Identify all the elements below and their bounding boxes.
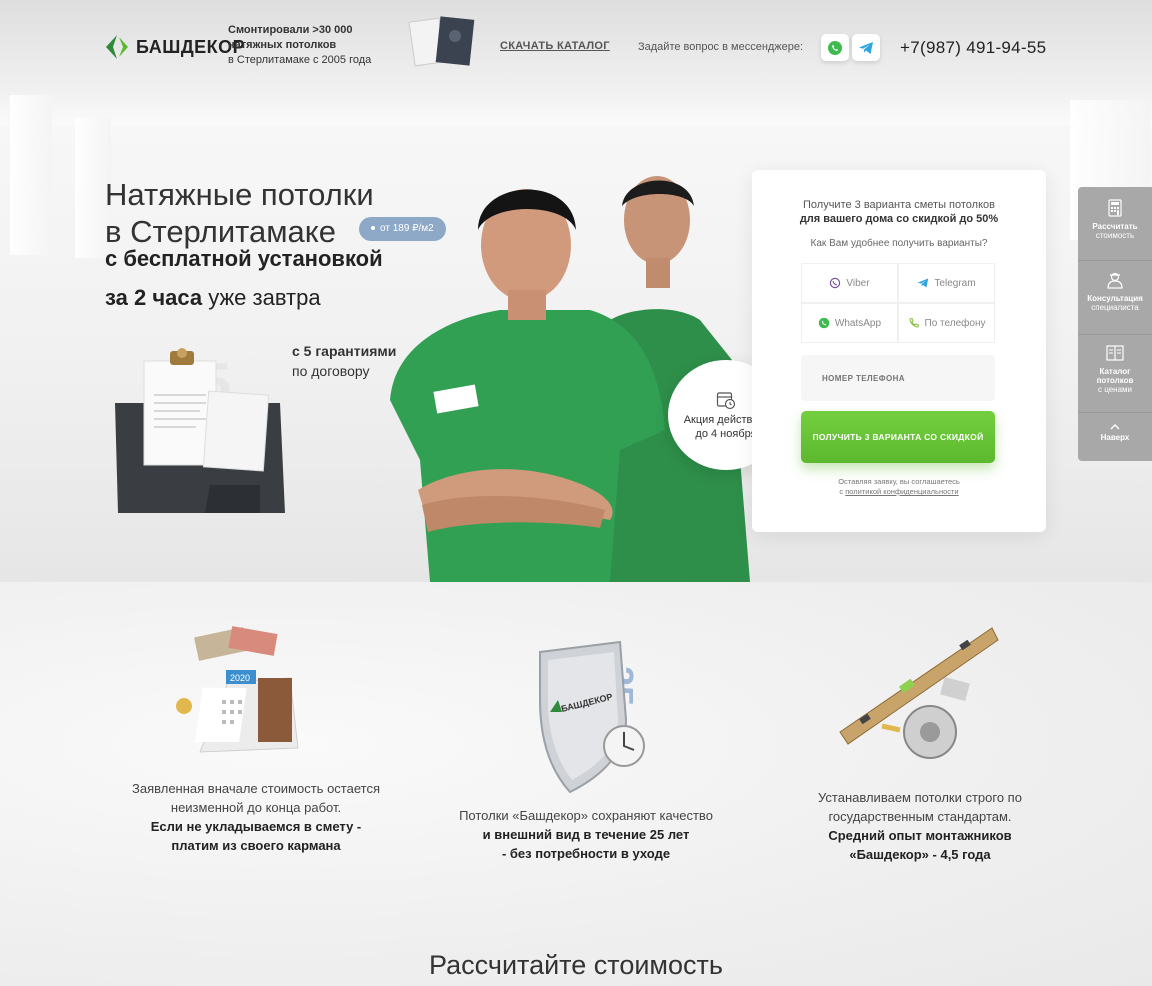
specialist-icon <box>1107 272 1123 289</box>
feature-standards-line1: Устанавливаем потолки строго по <box>818 790 1022 805</box>
telegram-icon <box>859 41 873 54</box>
feature-fixed-price-bold2: платим из своего кармана <box>171 838 341 853</box>
hero-title-line2: в Стерлитамаке <box>105 214 336 249</box>
sidebar-item-calculate[interactable]: Рассчитать стоимость <box>1078 187 1152 261</box>
option-whatsapp-label: WhatsApp <box>834 317 882 329</box>
calendar-year: 2020 <box>230 673 250 683</box>
calendar-clock-icon <box>716 392 736 410</box>
form-question: Как Вам удобнее получить варианты? <box>810 238 988 249</box>
sidebar-item-consultation[interactable]: Консультация специалиста <box>1078 261 1152 335</box>
sidebar-item-calculate-title: Рассчитать <box>1092 222 1138 231</box>
messenger-prompt: Задайте вопрос в мессенджере: <box>638 41 804 53</box>
feature-standards-line2: государственным стандартам. <box>828 809 1012 824</box>
feature-25-years-bold2: - без потребности в уходе <box>501 846 671 861</box>
feature-standards-bold2: «Башдекор» - 4,5 года <box>849 847 991 862</box>
feature-25-years: Потолки «Башдекор» сохраняют качество и … <box>436 806 736 863</box>
hero-title: Натяжные потолки в Стерлитамаке <box>105 176 374 250</box>
consent-prefix: с <box>839 487 844 496</box>
hero-title-line1: Натяжные потолки <box>105 177 374 212</box>
hero-subtitle: с бесплатной установкой <box>105 246 383 271</box>
logo-leaf-icon <box>106 35 128 59</box>
option-viber-label: Viber <box>846 277 870 289</box>
feature-fixed-price-line2: неизменной до конца работ. <box>170 800 342 815</box>
tagline-bold: Смонтировали >30 000 натяжных потолков <box>228 24 353 51</box>
contract-folder-image: 5 <box>115 348 285 513</box>
hero-time-rest: уже завтра <box>208 285 321 310</box>
privacy-consent: Оставляя заявку, вы соглашаетесь с полит… <box>752 477 1046 497</box>
sidebar-item-catalog[interactable]: Каталог потолков с ценами <box>1078 335 1152 413</box>
catalog-icon <box>1106 345 1124 361</box>
lead-form: Получите 3 варианта сметы потолков для в… <box>752 170 1046 532</box>
privacy-policy-link[interactable]: политикой конфиденциальности <box>845 487 958 496</box>
sidebar-item-consultation-sub: специалиста <box>1091 303 1139 312</box>
feature-fixed-price-line1: Заявленная вначале стоимость остается <box>132 781 380 796</box>
sidebar-item-back-to-top[interactable]: Наверх <box>1078 413 1152 461</box>
feature-25-years-bold1: и внешний вид в течение 25 лет <box>482 827 690 842</box>
form-heading-line2: для вашего дома со скидкой до 50% <box>799 213 999 225</box>
option-telegram[interactable]: Telegram <box>898 263 995 303</box>
telegram-icon <box>918 278 929 288</box>
option-phone[interactable]: По телефону <box>898 303 995 343</box>
whatsapp-button[interactable] <box>821 34 849 61</box>
site-header: БАШДЕКОР Смонтировали >30 000 натяжных п… <box>0 0 1152 95</box>
sidebar-item-calculate-sub: стоимость <box>1095 231 1135 240</box>
calendar-money-image: 2020 <box>176 626 299 753</box>
option-viber[interactable]: Viber <box>801 263 898 303</box>
option-telegram-label: Telegram <box>934 277 976 289</box>
hero-section: БАШДЕКОР Смонтировали >30 000 натяжных п… <box>0 0 1152 582</box>
submit-request-button[interactable]: ПОЛУЧИТЬ 3 ВАРИАНТА СО СКИДКОЙ <box>801 411 995 463</box>
calculator-icon <box>1108 199 1122 217</box>
feature-25-years-line1: Потолки «Башдекор» сохраняют качество <box>459 808 713 823</box>
viber-icon <box>830 277 841 289</box>
sidebar-item-catalog-title: Каталог потолков <box>1096 367 1134 385</box>
feature-standards: Устанавливаем потолки строго по государс… <box>780 788 1060 864</box>
shield-warranty-image: 25 БАШДЕКОР <box>539 640 645 794</box>
header-phone[interactable]: +7(987) 491-94-55 <box>900 38 1046 58</box>
telegram-button[interactable] <box>852 34 880 61</box>
advantages-section: 2020 Заявленная вначале стоимость остает… <box>0 582 1152 986</box>
feature-fixed-price: Заявленная вначале стоимость остается не… <box>96 779 416 855</box>
hero-time-bold: за 2 часа <box>105 285 203 310</box>
feature-standards-bold1: Средний опыт монтажников <box>828 828 1012 843</box>
tagline-rest: в Стерлитамаке с 2005 года <box>228 54 372 66</box>
window-decor <box>10 95 52 255</box>
logo[interactable]: БАШДЕКОР <box>104 33 245 61</box>
option-whatsapp[interactable]: WhatsApp <box>801 303 898 343</box>
whatsapp-icon <box>828 40 842 55</box>
calculate-section-title: Рассчитайте стоимость <box>429 950 723 980</box>
form-heading: Получите 3 варианта сметы потолков для в… <box>752 198 1046 226</box>
floating-sidebar: Рассчитать стоимость Консультация специа… <box>1078 187 1152 461</box>
option-phone-label: По телефону <box>924 317 986 329</box>
tools-level-tape-image <box>839 627 999 759</box>
phone-icon <box>908 317 919 328</box>
sidebar-item-consultation-title: Консультация <box>1087 294 1143 303</box>
guarantee-rest: по договору <box>292 363 370 379</box>
whatsapp-icon <box>818 317 830 329</box>
arrow-up-icon <box>1110 424 1120 430</box>
consent-line1: Оставляя заявку, вы соглашаетесь <box>838 477 960 486</box>
feature-fixed-price-bold1: Если не укладываемся в смету - <box>150 819 362 834</box>
sidebar-item-back-to-top-title: Наверх <box>1100 433 1130 442</box>
sidebar-item-catalog-sub: с ценами <box>1098 385 1132 394</box>
header-tagline: Смонтировали >30 000 натяжных потолков в… <box>228 23 371 68</box>
phone-number-input[interactable] <box>801 355 995 401</box>
download-catalog-link[interactable]: СКАЧАТЬ КАТАЛОГ <box>500 40 610 52</box>
catalog-booklet-image[interactable] <box>408 14 478 70</box>
contact-method-options: Viber Telegram WhatsApp По телефону <box>801 263 995 343</box>
form-heading-line1: Получите 3 варианта сметы потолков <box>803 199 995 211</box>
consent-line2: с политикой конфиденциальности <box>752 487 1046 497</box>
hero-subtitle-time: за 2 часа уже завтра <box>105 285 321 311</box>
